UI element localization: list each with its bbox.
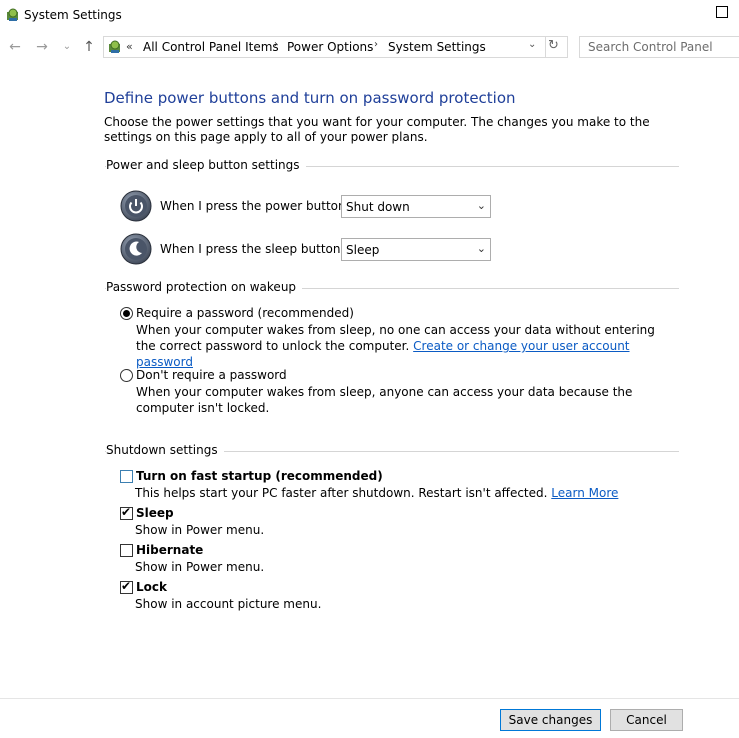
hibernate-checkbox-description: Show in Power menu.: [135, 560, 265, 574]
cancel-button[interactable]: Cancel: [610, 709, 683, 731]
no-password-description: When your computer wakes from sleep, any…: [136, 385, 633, 415]
password-section-title: Password protection on wakeup: [106, 280, 303, 294]
maximize-button[interactable]: [712, 2, 732, 22]
sleep-checkbox-description: Show in Power menu.: [135, 523, 265, 537]
breadcrumb-separator[interactable]: ›: [274, 39, 278, 50]
title-bar: System Settings: [0, 0, 739, 31]
password-section-header: Password protection on wakeup: [105, 280, 679, 295]
sleep-button-icon: [120, 233, 152, 265]
no-password-label[interactable]: Don't require a password: [136, 368, 287, 382]
window-title: System Settings: [24, 8, 122, 22]
forward-arrow-icon[interactable]: →: [33, 38, 51, 56]
address-bar[interactable]: « All Control Panel Items › Power Option…: [103, 36, 568, 58]
power-button-select[interactable]: Shut down ⌄: [341, 195, 491, 218]
search-input[interactable]: [579, 36, 739, 58]
refresh-icon[interactable]: ↻: [548, 38, 559, 53]
require-password-label[interactable]: Require a password (recommended): [136, 306, 354, 320]
chevron-down-icon: ⌄: [476, 242, 486, 255]
breadcrumb-system-settings[interactable]: System Settings: [388, 40, 486, 54]
address-divider: [545, 37, 546, 57]
learn-more-link[interactable]: Learn More: [551, 486, 618, 500]
fast-startup-label[interactable]: Turn on fast startup (recommended): [136, 469, 383, 483]
page-description: Choose the power settings that you want …: [104, 115, 650, 144]
sleep-checkbox-label[interactable]: Sleep: [136, 506, 174, 520]
control-panel-icon: [5, 7, 21, 23]
address-overflow-chevron[interactable]: «: [126, 40, 133, 53]
sleep-button-selected-value: Sleep: [346, 243, 380, 257]
shutdown-section-title: Shutdown settings: [106, 443, 224, 457]
save-changes-button[interactable]: Save changes: [500, 709, 601, 731]
breadcrumb-power-options[interactable]: Power Options: [287, 40, 373, 54]
power-button-selected-value: Shut down: [346, 200, 410, 214]
sleep-checkbox[interactable]: [120, 505, 133, 520]
recent-locations-chevron-icon[interactable]: ⌄: [58, 38, 76, 56]
up-arrow-icon[interactable]: ↑: [80, 38, 98, 56]
fast-startup-checkbox[interactable]: [120, 470, 133, 483]
page-title: Define power buttons and turn on passwor…: [104, 89, 516, 107]
lock-checkbox-description: Show in account picture menu.: [135, 597, 322, 611]
no-password-radio[interactable]: [120, 369, 133, 382]
sleep-button-select[interactable]: Sleep ⌄: [341, 238, 491, 261]
back-arrow-icon[interactable]: ←: [6, 38, 24, 56]
breadcrumb-all-control-panel-items[interactable]: All Control Panel Items: [143, 40, 279, 54]
address-dropdown-icon[interactable]: ⌄: [528, 39, 536, 50]
require-password-radio[interactable]: [120, 307, 133, 320]
chevron-down-icon: ⌄: [476, 199, 486, 212]
lock-checkbox[interactable]: [120, 579, 133, 594]
shutdown-section-header: Shutdown settings: [105, 443, 679, 458]
fast-startup-description: This helps start your PC faster after sh…: [135, 486, 618, 500]
hibernate-checkbox[interactable]: [120, 544, 133, 557]
power-button-icon: [120, 190, 152, 222]
lock-checkbox-label[interactable]: Lock: [136, 580, 167, 594]
require-password-description: When your computer wakes from sleep, no …: [136, 322, 676, 370]
control-panel-icon: [107, 39, 123, 55]
power-section-header: Power and sleep button settings: [105, 158, 679, 173]
footer-divider: [0, 698, 739, 699]
fast-startup-desc-text: This helps start your PC faster after sh…: [135, 486, 548, 500]
maximize-icon: [716, 6, 728, 18]
hibernate-checkbox-label[interactable]: Hibernate: [136, 543, 203, 557]
sleep-button-label: When I press the sleep button:: [160, 242, 345, 256]
power-button-label: When I press the power button:: [160, 199, 350, 213]
breadcrumb-separator[interactable]: ›: [374, 39, 378, 50]
power-section-title: Power and sleep button settings: [106, 158, 306, 172]
